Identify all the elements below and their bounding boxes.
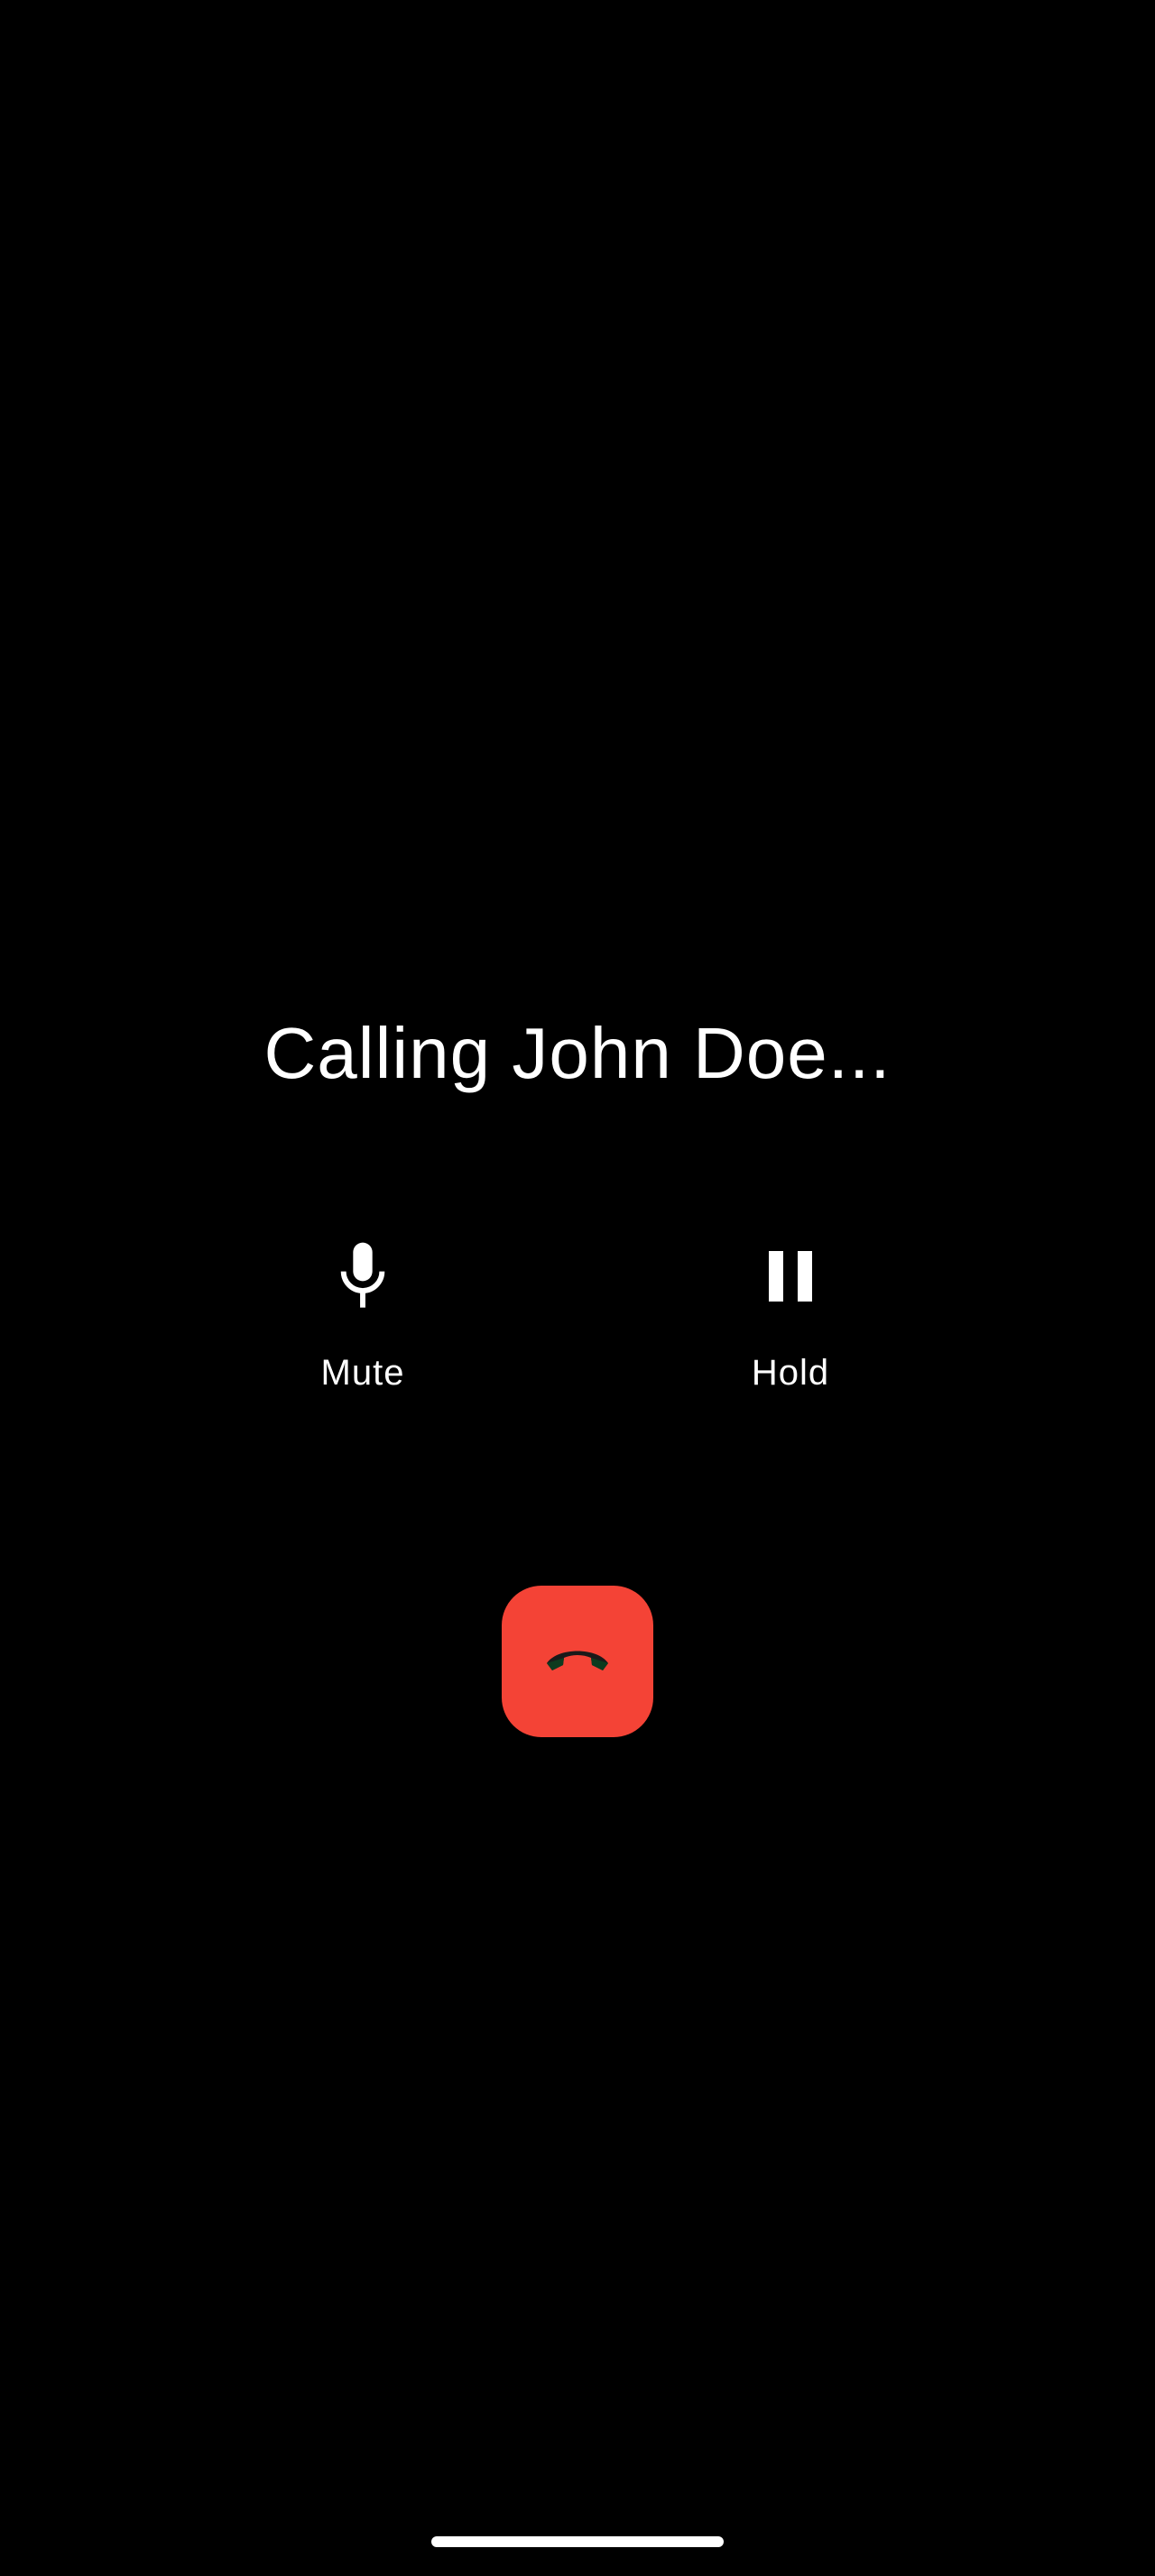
- end-call-button[interactable]: [502, 1586, 653, 1737]
- call-status-title: Calling John Doe...: [263, 1013, 892, 1093]
- home-indicator[interactable]: [431, 2536, 724, 2547]
- mute-label: Mute: [320, 1353, 405, 1393]
- call-controls: Mute Hold: [0, 1236, 1155, 1434]
- hold-button[interactable]: Hold: [655, 1236, 926, 1434]
- mute-button[interactable]: Mute: [227, 1236, 498, 1434]
- pause-icon: [750, 1236, 831, 1317]
- microphone-icon: [322, 1236, 403, 1317]
- hang-up-icon: [543, 1645, 612, 1679]
- call-screen: Calling John Doe... Mute Hold: [0, 0, 1155, 2576]
- hold-label: Hold: [751, 1353, 830, 1393]
